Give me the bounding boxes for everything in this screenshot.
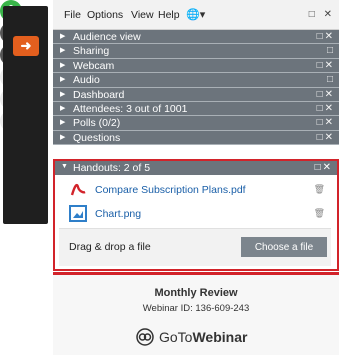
gotowebinar-logo-icon [136, 328, 154, 346]
logo-text: GoToWebinar [159, 329, 248, 345]
expand-triangle-icon: ▶ [60, 90, 66, 98]
expand-triangle-icon: ▶ [60, 76, 66, 84]
webinar-id: Webinar ID: 136-609-243 [142, 303, 250, 314]
expand-triangle-icon: ▶ [60, 47, 66, 55]
pane-label: Attendees: 3 out of 1001 [73, 102, 188, 115]
pane-label: Sharing [73, 45, 110, 58]
pane-label: Audience view [73, 31, 141, 43]
gotowebinar-logo: GoToWebinar [136, 327, 247, 347]
collapse-triangle-icon: ▼ [61, 163, 68, 170]
pane-polls[interactable]: ▶ Polls (0/2) □✕ [53, 116, 339, 131]
menu-file[interactable]: File [64, 9, 81, 21]
pane-controls[interactable]: □✕ [317, 89, 335, 100]
handout-file-row[interactable]: Chart.png 🗑 [55, 202, 337, 226]
window-controls[interactable]: □ ✕ [309, 9, 335, 20]
menu-bar: File Options View Help 🌐▾ □ ✕ [53, 0, 339, 30]
pane-audio[interactable]: ▶ Audio □ [53, 73, 339, 88]
pane-controls[interactable]: □ [327, 74, 335, 85]
webinar-title: Monthly Review [154, 287, 238, 299]
handouts-header[interactable]: ▼ Handouts: 2 of 5 □✕ [55, 161, 337, 175]
globe-icon[interactable]: 🌐▾ [186, 8, 205, 21]
pane-controls[interactable]: □ [327, 45, 335, 56]
left-toolbar: ➜ [0, 0, 53, 355]
expand-triangle-icon: ▶ [60, 33, 66, 40]
pane-webcam[interactable]: ▶ Webcam □✕ [53, 58, 339, 74]
trash-icon[interactable]: 🗑 [314, 184, 325, 195]
webinar-footer: Monthly Review Webinar ID: 136-609-243 G… [53, 275, 339, 355]
pane-controls[interactable]: □✕ [317, 117, 335, 128]
pdf-icon [69, 181, 87, 198]
handout-file-name[interactable]: Chart.png [95, 208, 141, 220]
pane-audience-view[interactable]: ▶ Audience view □✕ [53, 30, 339, 45]
trash-icon[interactable]: 🗑 [314, 208, 325, 219]
pane-controls[interactable]: □✕ [317, 103, 335, 114]
handout-file-row[interactable]: Compare Subscription Plans.pdf 🗑 [55, 178, 337, 202]
pane-controls[interactable]: □✕ [315, 162, 333, 173]
handouts-label: Handouts: 2 of 5 [73, 162, 151, 174]
pane-list: ▶ Audience view □✕ ▶ Sharing □ ▶ Webcam … [53, 30, 339, 146]
expand-triangle-icon: ▶ [60, 61, 66, 69]
pane-label: Audio [73, 74, 100, 87]
menu-view[interactable]: View [131, 9, 154, 21]
drop-zone[interactable]: Drag & drop a file Choose a file [59, 228, 331, 266]
pane-label: Webcam [73, 59, 115, 72]
pane-dashboard[interactable]: ▶ Dashboard □✕ [53, 87, 339, 102]
drop-zone-text: Drag & drop a file [69, 241, 151, 253]
expand-triangle-icon: ▶ [60, 133, 66, 141]
pane-sharing[interactable]: ▶ Sharing □ [53, 44, 339, 59]
expand-triangle-icon: ▶ [60, 119, 66, 127]
pane-label: Questions [73, 131, 121, 144]
control-panel: File Options View Help 🌐▾ □ ✕ ▶ Audience… [53, 0, 339, 355]
pane-label: Polls (0/2) [73, 117, 121, 130]
pane-questions[interactable]: ▶ Questions □✕ [53, 130, 339, 146]
collapse-arrow-button[interactable]: ➜ [13, 36, 39, 56]
menu-help[interactable]: Help [158, 9, 180, 21]
expand-triangle-icon: ▶ [60, 104, 66, 112]
pane-controls[interactable]: □✕ [317, 60, 335, 71]
pane-controls[interactable]: □✕ [317, 132, 335, 143]
menu-options[interactable]: Options [87, 9, 123, 21]
image-icon [69, 205, 87, 222]
handouts-pane: ▼ Handouts: 2 of 5 □✕ Compare Subscripti… [53, 159, 339, 271]
pane-attendees[interactable]: ▶ Attendees: 3 out of 1001 □✕ [53, 101, 339, 117]
choose-file-button[interactable]: Choose a file [241, 237, 327, 257]
arrow-right-icon: ➜ [20, 38, 32, 53]
handout-file-name[interactable]: Compare Subscription Plans.pdf [95, 184, 246, 196]
pane-label: Dashboard [73, 88, 125, 101]
pane-controls[interactable]: □✕ [317, 31, 335, 42]
